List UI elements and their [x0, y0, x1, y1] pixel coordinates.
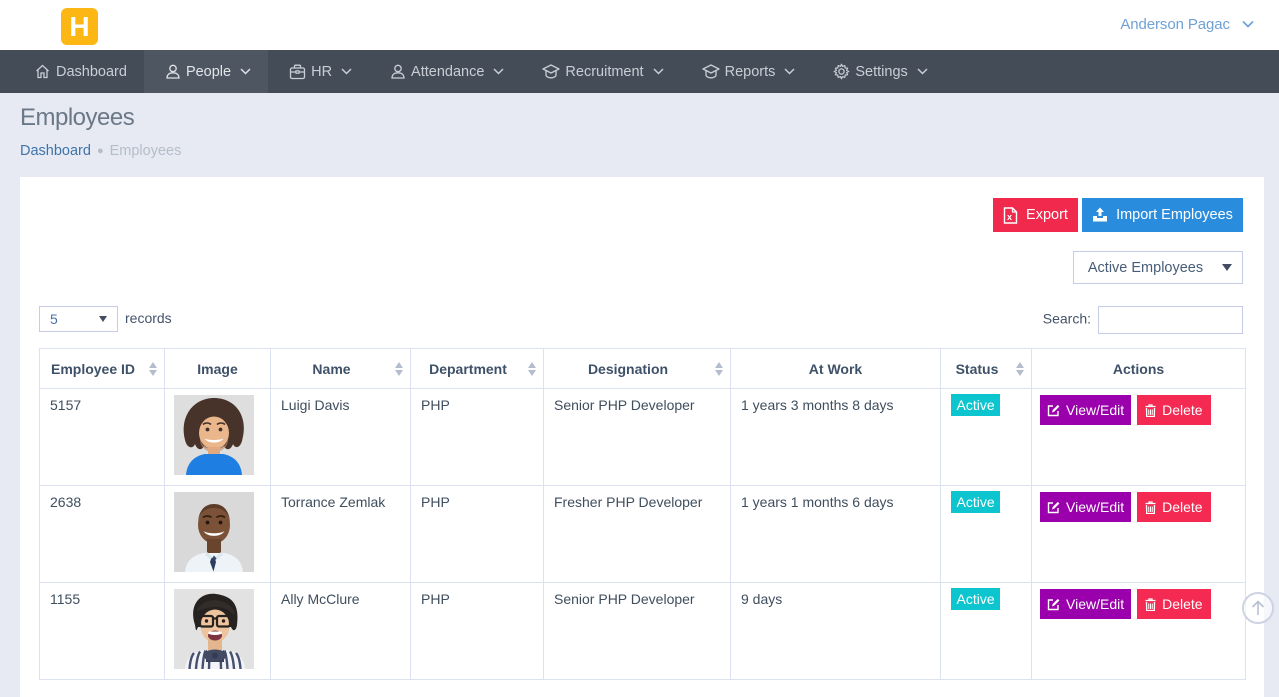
svg-text:x: x [1007, 212, 1012, 222]
